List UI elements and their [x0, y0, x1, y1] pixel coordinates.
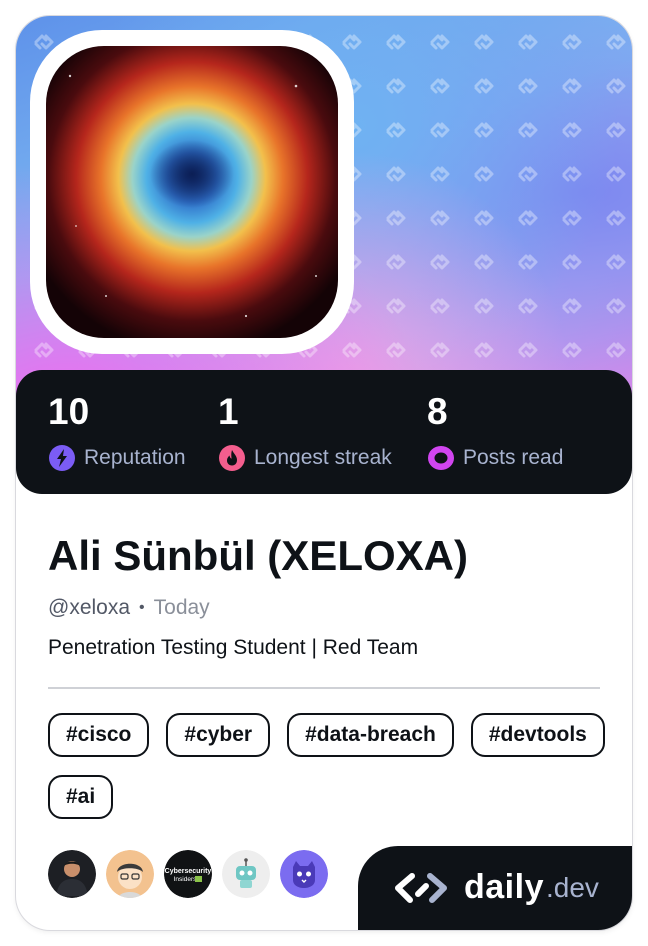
streak-value: 1 [218, 391, 239, 432]
streak-label: Longest streak [254, 446, 392, 469]
squad-list: Cybersecurity Insiders [48, 850, 328, 898]
profile-avatar-frame [30, 30, 354, 354]
robot-icon [222, 850, 270, 898]
svg-text:Cybersecurity: Cybersecurity [165, 868, 212, 875]
profile-handle[interactable]: @xeloxa [48, 596, 130, 620]
squad-avatar-2[interactable] [106, 850, 154, 898]
brand-daily-text: daily [464, 868, 544, 906]
stat-longest-streak: 1 Longest streak [218, 390, 392, 472]
reputation-value: 10 [48, 391, 90, 432]
tag-cyber[interactable]: #cyber [166, 713, 271, 757]
profile-name: Ali Sünbül (XELOXA) [48, 532, 468, 579]
reputation-label: Reputation [84, 446, 186, 469]
stat-reputation: 10 Reputation [48, 390, 186, 472]
squad-avatar-1[interactable] [48, 850, 96, 898]
eye-ring-icon [428, 446, 454, 470]
stat-posts-read: 8 Posts read [427, 390, 563, 472]
lightning-icon [49, 445, 75, 471]
joined-date: Today [153, 596, 210, 619]
brand-badge: daily .dev [358, 846, 632, 930]
squad-avatar-3[interactable]: Cybersecurity Insiders [164, 850, 212, 898]
profile-avatar[interactable] [46, 46, 338, 338]
cybersecurity-insiders-logo: Cybersecurity Insiders [164, 850, 212, 898]
profile-meta: @xeloxa • Today [48, 596, 210, 620]
nebula-image [46, 46, 338, 338]
stats-bar: 10 Reputation 1 Longest streak 8 Posts r… [16, 370, 632, 494]
meta-separator: • [139, 599, 145, 616]
person-photo-icon [48, 850, 96, 898]
cat-icon [280, 850, 328, 898]
daily-dev-logo-icon [395, 872, 447, 903]
svg-text:Insiders: Insiders [174, 876, 198, 883]
squad-avatar-5[interactable] [280, 850, 328, 898]
cartoon-face-icon [106, 850, 154, 898]
tag-ai[interactable]: #ai [48, 775, 114, 819]
posts-read-value: 8 [427, 391, 448, 432]
tag-data-breach[interactable]: #data-breach [287, 713, 454, 757]
brand-dev-text: .dev [545, 871, 599, 903]
tag-devtools[interactable]: #devtools [470, 713, 605, 757]
divider [48, 687, 600, 689]
posts-read-label: Posts read [463, 446, 564, 469]
profile-card: 10 Reputation 1 Longest streak 8 Posts r… [16, 16, 632, 930]
flame-icon [219, 445, 245, 471]
profile-bio: Penetration Testing Student | Red Team [48, 636, 419, 659]
tag-cisco[interactable]: #cisco [48, 713, 150, 757]
squad-avatar-4[interactable] [222, 850, 270, 898]
tag-list: #cisco #cyber #data-breach #devtools #ai [48, 713, 608, 819]
